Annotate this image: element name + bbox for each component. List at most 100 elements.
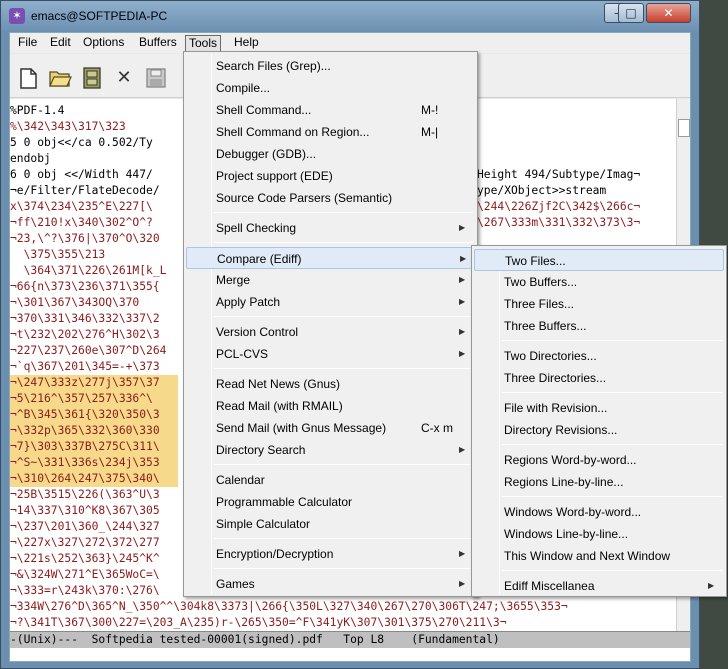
menu-item-label: Windows Word-by-word... [504,505,642,519]
new-file-icon[interactable] [16,66,40,90]
menu-item-label: Spell Checking [216,221,297,235]
menu-item-label: PCL-CVS [216,347,269,361]
menu-item-shell-command[interactable]: Shell Command... M-! [186,99,475,121]
mode-line: -(Unix)--- Softpedia tested-00001(signed… [10,631,690,648]
scrollbar-thumb[interactable] [678,119,690,137]
menu-separator [214,568,473,569]
menu-bar: File Edit Options Buffers Tools Help [10,33,690,53]
menu-item-label: Three Buffers... [504,319,587,333]
submenu-arrow-icon: ▶ [460,254,467,263]
menu-item-directory-search[interactable]: Directory Search ▶ [186,439,475,461]
menu-separator [214,464,473,465]
menu-shortcut: M-| [421,125,439,139]
menu-item-label: Regions Word-by-word... [504,453,637,467]
menu-item-label: Three Directories... [504,371,607,385]
dired-cabinet-icon[interactable] [80,66,104,90]
buffer-line: ¬^S~\331\336s\234j\353 [10,455,178,471]
menu-item-read-mail-with-rmail[interactable]: Read Mail (with RMAIL) [186,395,475,417]
menu-item-label: File with Revision... [504,401,608,415]
menu-item-source-code-parsers-semantic[interactable]: Source Code Parsers (Semantic) [186,187,475,209]
buffer-line: ¬^B\345\361{\320\350\3 [10,407,178,423]
menu-item-label: Read Net News (Gnus) [216,377,341,391]
menu-item-project-support-ede[interactable]: Project support (EDE) [186,165,475,187]
menu-item-label: Merge [216,273,251,287]
buffer-line-tail: Height 494/Subtype/Imag¬ [477,168,641,181]
menu-item-three-directories[interactable]: Three Directories... [474,367,724,389]
menu-item-encryption-decryption[interactable]: Encryption/Decryption ▶ [186,543,475,565]
menu-item-label: Three Files... [504,297,575,311]
menu-separator [214,538,473,539]
menu-item-programmable-calculator[interactable]: Programmable Calculator [186,491,475,513]
menu-item-label: Project support (EDE) [216,169,333,183]
title-bar[interactable]: ✶ emacs@SOFTPEDIA-PC – □ ✕ [1,1,699,31]
menu-item-search-files-grep[interactable]: Search Files (Grep)... [186,55,475,77]
open-folder-icon[interactable] [48,66,72,90]
menu-item-label: Two Files... [505,254,566,268]
menu-item-label: Read Mail (with RMAIL) [216,399,343,413]
menu-file[interactable]: File [15,35,40,52]
menu-item-three-files[interactable]: Three Files... [474,293,724,315]
menu-item-two-directories[interactable]: Two Directories... [474,345,724,367]
menu-item-label: Compile... [216,81,271,95]
buffer-line: ¬?\341T\367\300\227=\203_A\235)r-\265\35… [10,616,507,629]
menu-options[interactable]: Options [80,35,127,52]
menu-item-directory-revisions[interactable]: Directory Revisions... [474,419,724,441]
menu-item-label: Two Buffers... [504,275,578,289]
compare-submenu: Two Files... Two Buffers... Three Files...… [471,245,727,597]
close-buffer-icon[interactable]: ✕ [112,66,136,90]
buffer-line-tail: \267\333m\331\332\373\3¬ [477,216,641,229]
menu-item-games[interactable]: Games ▶ [186,573,475,595]
menu-item-label: Directory Search [216,443,306,457]
menu-item-read-net-news-gnus[interactable]: Read Net News (Gnus) [186,373,475,395]
menu-item-file-with-revision[interactable]: File with Revision... [474,397,724,419]
menu-item-label: Ediff Miscellanea [504,579,595,593]
buffer-line-tail: \244\226Zjf2C\342$\266c¬ [477,200,641,213]
menu-item-spell-checking[interactable]: Spell Checking ▶ [186,217,475,239]
menu-item-compile[interactable]: Compile... [186,77,475,99]
menu-item-send-mail-with-gnus-message[interactable]: Send Mail (with Gnus Message) C-x m [186,417,475,439]
menu-item-three-buffers[interactable]: Three Buffers... [474,315,724,337]
menu-item-compare-ediff[interactable]: Compare (Ediff) ▶ [186,247,475,269]
submenu-arrow-icon: ▶ [708,581,715,590]
menu-item-this-window-and-next-window[interactable]: This Window and Next Window [474,545,724,567]
menu-item-label: Version Control [216,325,299,339]
submenu-arrow-icon: ▶ [459,275,466,284]
menu-item-merge[interactable]: Merge ▶ [186,269,475,291]
menu-item-label: This Window and Next Window [504,549,671,563]
menu-item-two-buffers[interactable]: Two Buffers... [474,271,724,293]
menu-item-windows-word-by-word[interactable]: Windows Word-by-word... [474,501,724,523]
maximize-button[interactable]: □ [618,3,644,23]
window-title: emacs@SOFTPEDIA-PC [31,9,168,23]
menu-item-label: Compare (Ediff) [217,252,302,266]
menu-item-version-control[interactable]: Version Control ▶ [186,321,475,343]
close-button[interactable]: ✕ [646,3,691,23]
menu-item-label: Debugger (GDB)... [216,147,317,161]
menu-item-label: Shell Command... [216,103,312,117]
buffer-line: ¬7}\303\337B\275C\311\ [10,439,178,455]
minibuffer[interactable] [10,648,690,661]
menu-item-regions-line-by-line[interactable]: Regions Line-by-line... [474,471,724,493]
menu-item-regions-word-by-word[interactable]: Regions Word-by-word... [474,449,724,471]
menu-item-label: Games [216,577,255,591]
submenu-arrow-icon: ▶ [459,349,466,358]
menu-item-debugger-gdb[interactable]: Debugger (GDB)... [186,143,475,165]
menu-item-label: Encryption/Decryption [216,547,334,561]
save-icon[interactable] [144,66,168,90]
menu-separator [502,392,722,393]
menu-item-windows-line-by-line[interactable]: Windows Line-by-line... [474,523,724,545]
menu-item-label: Shell Command on Region... [216,125,370,139]
menu-item-simple-calculator[interactable]: Simple Calculator [186,513,475,535]
menu-shortcut: C-x m [421,421,453,435]
menu-item-ediff-miscellanea[interactable]: Ediff Miscellanea ▶ [474,575,724,597]
menu-buffers[interactable]: Buffers [136,35,180,52]
menu-item-apply-patch[interactable]: Apply Patch ▶ [186,291,475,313]
menu-edit[interactable]: Edit [47,35,74,52]
menu-item-pcl-cvs[interactable]: PCL-CVS ▶ [186,343,475,365]
menu-item-shell-command-on-region[interactable]: Shell Command on Region... M-| [186,121,475,143]
menu-help[interactable]: Help [231,35,262,52]
menu-item-two-files[interactable]: Two Files... [474,249,724,271]
menu-item-label: Two Directories... [504,349,597,363]
menu-tools[interactable]: Tools [185,35,222,52]
menu-separator [502,570,722,571]
menu-item-calendar[interactable]: Calendar [186,469,475,491]
